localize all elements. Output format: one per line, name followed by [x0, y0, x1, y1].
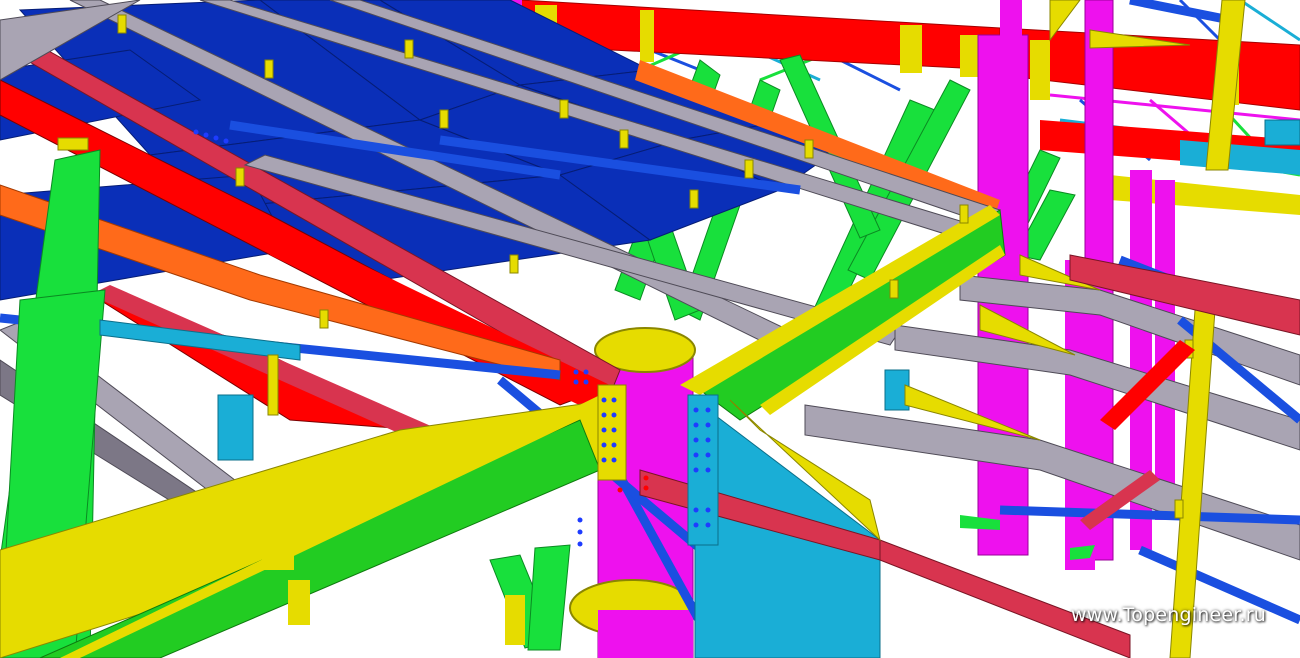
watermark-text: www.Topengineer.ru	[1070, 604, 1266, 626]
steel-structure-3d-model	[0, 0, 1300, 658]
